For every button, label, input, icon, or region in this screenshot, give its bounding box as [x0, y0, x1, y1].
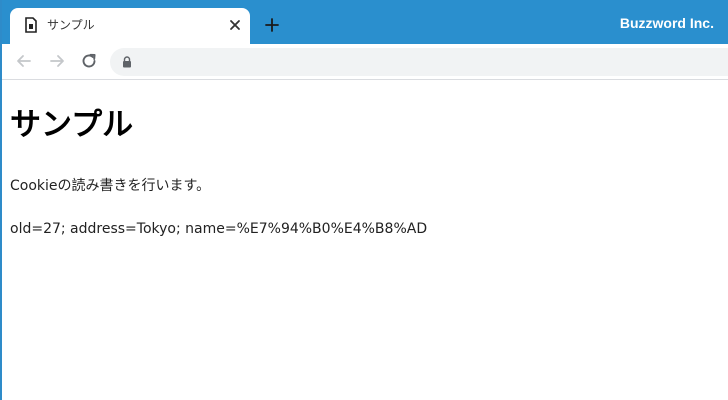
profile-label: Buzzword Inc.: [619, 15, 714, 31]
page-content: サンプル Cookieの読み書きを行います。 old=27; address=T…: [2, 80, 728, 400]
tab-active[interactable]: サンプル: [10, 8, 250, 44]
page-title: サンプル: [10, 107, 134, 143]
reload-icon[interactable]: [80, 52, 98, 70]
cookie-output: old=27; address=Tokyo; name=%E7%94%B0%E4…: [10, 221, 428, 237]
omnibox[interactable]: [110, 48, 728, 76]
plus-icon[interactable]: [264, 17, 280, 33]
page-file-icon: [25, 17, 37, 33]
browser-window: サンプル Buzzword Inc. サンプル Cookieの読み書きを行います…: [0, 0, 728, 400]
tab-title: サンプル: [47, 18, 95, 32]
description-text: Cookieの読み書きを行います。: [10, 178, 211, 194]
toolbar: [2, 44, 728, 80]
arrow-left-icon[interactable]: [15, 52, 33, 70]
close-icon[interactable]: [228, 18, 242, 32]
arrow-right-icon[interactable]: [48, 52, 66, 70]
tab-strip: サンプル Buzzword Inc.: [2, 0, 728, 44]
address-input[interactable]: [142, 52, 702, 72]
lock-icon[interactable]: [122, 56, 132, 68]
